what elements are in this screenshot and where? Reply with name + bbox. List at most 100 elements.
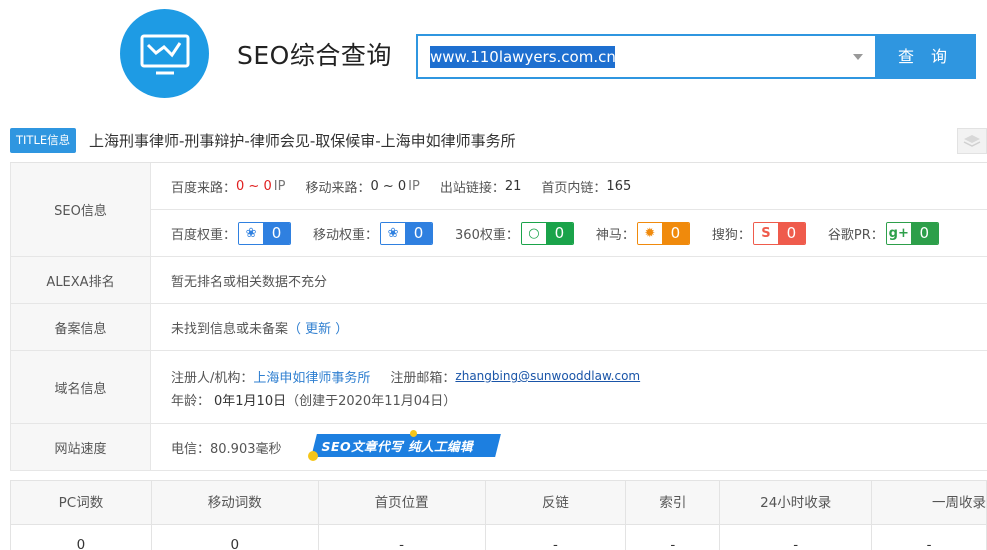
search-box[interactable]	[416, 34, 875, 79]
alexa-text: 暂无排名或相关数据不充分	[171, 274, 328, 290]
mobile-traffic-unit: IP	[408, 178, 420, 194]
weight-label: 百度权重：	[171, 227, 237, 243]
speed-text: 电信：80.903毫秒	[171, 441, 282, 457]
registrant-link[interactable]: 上海申如律师事务所	[253, 367, 370, 386]
weight-value: 0	[777, 222, 805, 244]
weight-badge[interactable]: ❀ 0	[380, 221, 434, 245]
weight-label: 神马：	[595, 227, 635, 243]
promo-banner[interactable]: SEO文章代写 纯人工编辑	[307, 429, 501, 461]
domain-row: 域名信息 注册人/机构： 上海申如律师事务所 注册邮箱： zhangbing@s…	[10, 351, 987, 424]
weight-badge[interactable]: ○ 0	[520, 221, 574, 245]
seo-info-content: 百度来路： 0 ~ 0 IP 移动来路： 0 ~ 0 IP 出站链接： 21 首…	[151, 163, 987, 256]
monitor-chart-icon	[140, 34, 190, 75]
chevron-down-icon[interactable]	[853, 54, 863, 60]
outbound-links: 出站链接： 21	[440, 177, 522, 196]
alexa-row: ALEXA排名 暂无排名或相关数据不充分	[10, 257, 987, 304]
registrant-email: 注册邮箱： zhangbing@sunwooddlaw.com	[390, 367, 640, 386]
icp-label: 备案信息	[10, 304, 151, 350]
weight-value: 0	[545, 222, 573, 244]
weight-badge[interactable]: g+ 0	[885, 221, 939, 245]
weight-value: 0	[405, 222, 433, 244]
shenma-icon: ✹	[637, 222, 662, 244]
age-label: 年龄：	[171, 393, 211, 409]
weight-item: 谷歌PR： g+ 0	[827, 221, 939, 245]
icp-row: 备案信息 未找到信息或未备案 （ 更新 ）	[10, 304, 987, 351]
mobile-traffic: 移动来路： 0 ~ 0 IP	[305, 177, 419, 196]
mobile-traffic-value: 0 ~ 0	[370, 178, 407, 194]
stats-header-cell: 24小时收录	[720, 481, 873, 525]
stats-value-cell: -	[720, 525, 873, 550]
weight-item: 搜狗： S 0	[711, 221, 806, 245]
domain-content: 注册人/机构： 上海申如律师事务所 注册邮箱： zhangbing@sunwoo…	[151, 351, 987, 411]
weight-badge[interactable]: S0	[752, 221, 806, 245]
stats-value-cell: -	[319, 525, 486, 550]
stats-header-cell: 索引	[626, 481, 721, 525]
sogou-icon: S	[753, 222, 778, 244]
weight-item: 360权重： ○ 0	[455, 221, 574, 245]
stats-table: PC词数 移动词数 首页位置 反链 索引 24小时收录 一周收录 00-----	[10, 480, 987, 550]
title-tag: TITLE信息	[10, 128, 77, 153]
email-label: 注册邮箱：	[390, 370, 456, 386]
speed-content: 电信：80.903毫秒 SEO文章代写 纯人工编辑	[151, 424, 987, 470]
stats-value-cell: 0	[152, 525, 319, 550]
icp-content: 未找到信息或未备案 （ 更新 ）	[151, 304, 987, 350]
baidu-paw-icon: ❀	[239, 222, 264, 244]
registrant-label: 注册人/机构：	[171, 370, 254, 386]
weight-value: 0	[661, 222, 689, 244]
seo-logo	[120, 9, 209, 98]
alexa-content: 暂无排名或相关数据不充分	[151, 257, 987, 303]
seo-info-row: SEO信息 百度来路： 0 ~ 0 IP 移动来路： 0 ~ 0 IP 出站链接…	[10, 163, 987, 257]
baidu-traffic-label: 百度来路：	[171, 180, 237, 196]
info-table: SEO信息 百度来路： 0 ~ 0 IP 移动来路： 0 ~ 0 IP 出站链接…	[10, 162, 987, 471]
promo-text: SEO文章代写 纯人工编辑	[321, 438, 474, 454]
speed-row: 网站速度 电信：80.903毫秒 SEO文章代写 纯人工编辑	[10, 424, 987, 471]
homepage-links: 首页内链： 165	[541, 177, 631, 196]
weight-item: 移动权重： ❀ 0	[313, 221, 434, 245]
weight-badge[interactable]: ❀ 0	[238, 221, 292, 245]
weight-label: 移动权重：	[313, 227, 379, 243]
age-value: 0年1月10日	[214, 393, 287, 409]
search-button[interactable]: 查 询	[875, 34, 976, 79]
weight-item: 神马： ✹ 0	[595, 221, 690, 245]
360-icon: ○	[521, 222, 546, 244]
stats-header-row: PC词数 移动词数 首页位置 反链 索引 24小时收录 一周收录	[11, 481, 987, 525]
page-title: SEO综合查询	[237, 41, 392, 70]
domain-label: 域名信息	[10, 351, 151, 423]
outbound-value: 21	[504, 178, 522, 194]
weight-value: 0	[263, 222, 291, 244]
weight-item: 百度权重： ❀ 0	[171, 221, 292, 245]
age-line: 年龄： 0年1月10日 （创建于2020年11月04日）	[171, 387, 987, 411]
layers-icon[interactable]	[957, 128, 987, 154]
baidu-traffic: 百度来路： 0 ~ 0 IP	[171, 177, 285, 196]
registrant-line: 注册人/机构： 上海申如律师事务所 注册邮箱： zhangbing@sunwoo…	[171, 365, 987, 387]
weight-label: 360权重：	[455, 227, 519, 243]
stats-header-cell: 反链	[485, 481, 627, 525]
icp-update-link[interactable]: （ 更新 ）	[288, 318, 348, 337]
homepage-links-value: 165	[606, 178, 632, 194]
baidu-traffic-sep: ~	[244, 178, 264, 194]
traffic-line: 百度来路： 0 ~ 0 IP 移动来路： 0 ~ 0 IP 出站链接： 21 首…	[151, 163, 987, 210]
weight-badge[interactable]: ✹ 0	[636, 221, 690, 245]
stats-value-cell: -	[486, 525, 627, 550]
stats-value-cell: -	[872, 525, 987, 550]
promo-dot	[307, 450, 318, 461]
weight-label: 搜狗：	[711, 227, 751, 243]
icp-text: 未找到信息或未备案	[171, 321, 289, 337]
baidu-traffic-from: 0	[236, 178, 245, 194]
weight-label: 谷歌PR：	[827, 227, 884, 243]
mobile-traffic-label: 移动来路：	[305, 180, 371, 196]
alexa-label: ALEXA排名	[10, 257, 151, 303]
search-input[interactable]	[430, 46, 810, 68]
baidu-traffic-unit: IP	[273, 178, 286, 194]
homepage-links-label: 首页内链：	[541, 180, 607, 196]
outbound-label: 出站链接：	[439, 180, 505, 196]
stats-value-cell: 0	[11, 525, 152, 550]
stats-value-row: 00-----	[11, 525, 987, 550]
stats-value-cell: -	[626, 525, 721, 550]
email-link[interactable]: zhangbing@sunwooddlaw.com	[455, 369, 640, 383]
weights-line: 百度权重： ❀ 0 移动权重： ❀ 0 360权重： ○ 0 神马： ✹ 0 搜狗： S 0 谷歌PR： g+ 0	[171, 210, 987, 256]
speed-label: 网站速度	[10, 424, 151, 470]
baidu-traffic-to: 0	[263, 178, 272, 194]
stats-header-cell: 移动词数	[151, 481, 319, 525]
stats-header-cell: 首页位置	[318, 481, 486, 525]
